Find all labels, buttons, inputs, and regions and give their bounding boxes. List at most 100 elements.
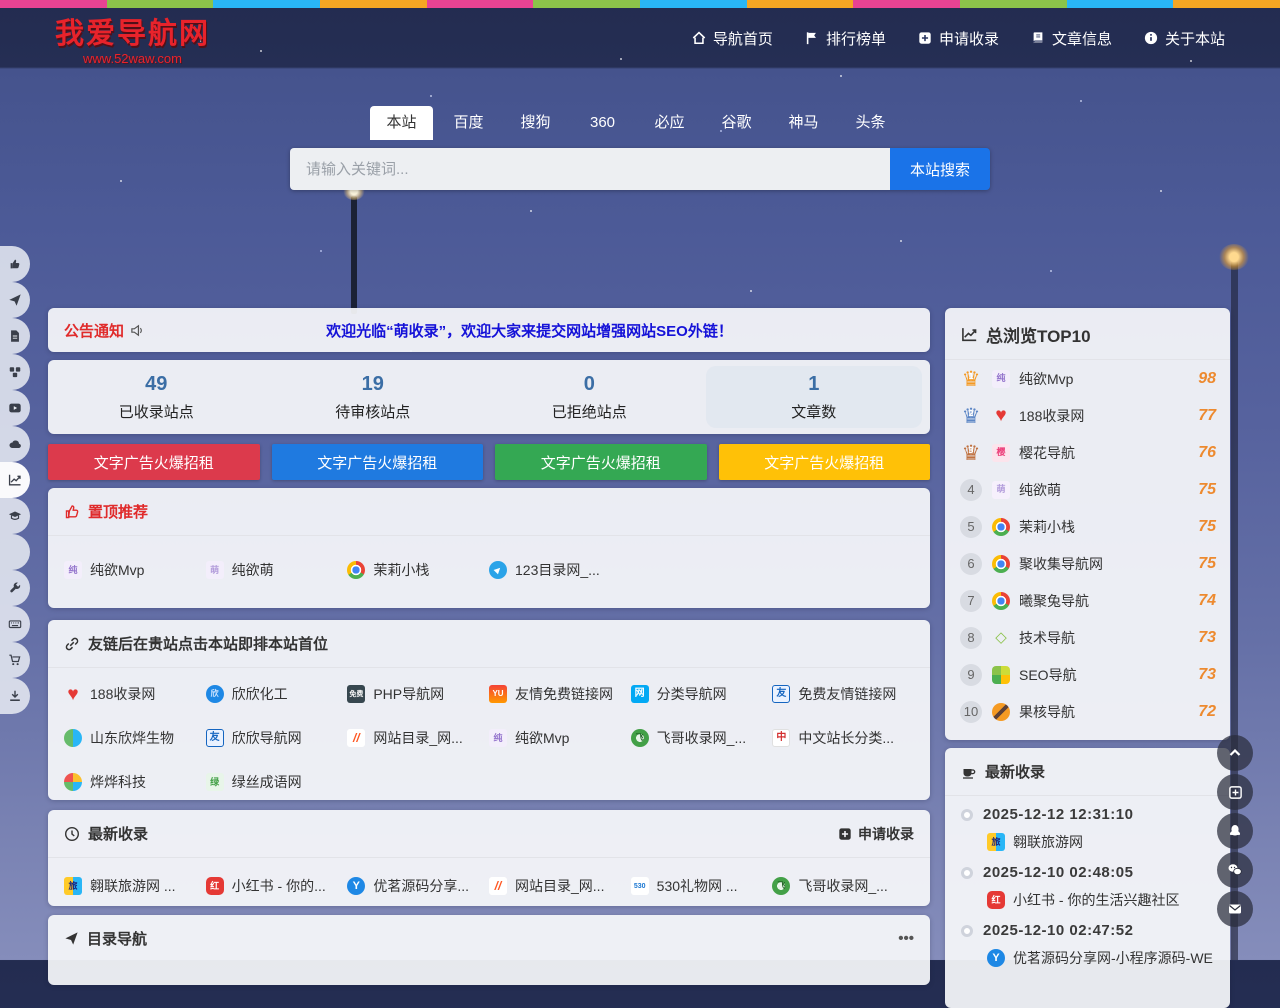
entry-timestamp: 2025-12-10 02:47:52 bbox=[983, 922, 1133, 939]
site-logo[interactable]: 我爱导航网 www.52waw.com bbox=[55, 10, 210, 66]
site-name: 茉莉小栈 bbox=[1019, 517, 1075, 537]
top10-row[interactable]: 6 聚收集导航网 75 bbox=[945, 545, 1230, 582]
dock-download[interactable] bbox=[0, 678, 30, 714]
search-button[interactable]: 本站搜索 bbox=[890, 148, 990, 190]
plus-square-icon bbox=[1228, 785, 1243, 800]
site-favicon: 纯 bbox=[64, 561, 82, 579]
tab-baidu[interactable]: 百度 bbox=[437, 106, 500, 140]
dock-wrench[interactable] bbox=[0, 570, 30, 606]
dock-cubes[interactable] bbox=[0, 354, 30, 390]
nav-item-home[interactable]: 导航首页 bbox=[692, 28, 773, 49]
friend-link[interactable]: 纯纯欲Mvp bbox=[489, 728, 631, 748]
friend-link[interactable]: 友免费友情链接网 bbox=[772, 684, 914, 704]
friend-link[interactable]: 免费PHP导航网 bbox=[347, 684, 489, 704]
dock-cloud[interactable] bbox=[0, 426, 30, 462]
strip-block bbox=[533, 0, 640, 8]
pinned-title: 置顶推荐 bbox=[88, 501, 148, 522]
latest-site[interactable]: Y优茗源码分享... bbox=[347, 876, 489, 896]
strip-block bbox=[960, 0, 1067, 8]
site-favicon: ♥ bbox=[64, 685, 82, 703]
back-to-top-button[interactable] bbox=[1217, 735, 1253, 771]
friend-link[interactable]: 山东欣烨生物 bbox=[64, 728, 206, 748]
site-name: SEO导航 bbox=[1019, 665, 1077, 685]
clock-icon bbox=[64, 826, 80, 842]
timeline-site[interactable]: Y 优茗源码分享网-小程序源码-WE... bbox=[987, 948, 1214, 968]
tab-360[interactable]: 360 bbox=[571, 106, 634, 140]
dock-video[interactable] bbox=[0, 390, 30, 426]
view-count: 74 bbox=[1198, 592, 1216, 610]
chart-line-icon bbox=[8, 473, 22, 487]
view-count: 75 bbox=[1198, 518, 1216, 536]
dock-document[interactable] bbox=[0, 318, 30, 354]
ad-banner-red[interactable]: 文字广告火爆招租 bbox=[48, 444, 260, 480]
dock-cart[interactable] bbox=[0, 642, 30, 678]
dock-thumbs-up[interactable] bbox=[0, 246, 30, 282]
friend-link[interactable]: YU友情免费链接网 bbox=[489, 684, 631, 704]
nav-item-ranking[interactable]: 排行榜单 bbox=[805, 28, 886, 49]
tab-this-site[interactable]: 本站 bbox=[370, 106, 433, 140]
top10-header: 总浏览TOP10 bbox=[945, 308, 1230, 359]
ad-banner-yellow[interactable]: 文字广告火爆招租 bbox=[719, 444, 931, 480]
dock-keyboard[interactable] bbox=[0, 606, 30, 642]
latest-site[interactable]: //网站目录_网... bbox=[489, 876, 631, 896]
tab-bing[interactable]: 必应 bbox=[638, 106, 701, 140]
pinned-site[interactable]: 茉莉小栈 bbox=[347, 560, 489, 580]
friend-link[interactable]: ♥188收录网 bbox=[64, 684, 206, 704]
timeline-site[interactable]: 旅 翱联旅游网 bbox=[987, 832, 1214, 852]
pinned-site[interactable]: 萌纯欲萌 bbox=[206, 560, 348, 580]
tab-google[interactable]: 谷歌 bbox=[705, 106, 768, 140]
ad-banner-blue[interactable]: 文字广告火爆招租 bbox=[272, 444, 484, 480]
qq-contact-button[interactable] bbox=[1217, 813, 1253, 849]
top10-row[interactable]: 9 SEO导航 73 bbox=[945, 656, 1230, 693]
top10-row[interactable]: ♛2 ♥ 188收录网 77 bbox=[945, 397, 1230, 434]
search-input[interactable] bbox=[290, 148, 890, 190]
site-name: 小红书 - 你的... bbox=[232, 876, 326, 896]
pinned-site[interactable]: 纯纯欲Mvp bbox=[64, 560, 206, 580]
submit-site-button[interactable] bbox=[1217, 774, 1253, 810]
stat-rejected-sites: 0 已拒绝站点 bbox=[481, 360, 698, 434]
top10-row[interactable]: 7 曦聚兔导航 74 bbox=[945, 582, 1230, 619]
mail-contact-button[interactable] bbox=[1217, 891, 1253, 927]
latest-site[interactable]: 飞飞哥收录网_... bbox=[772, 876, 914, 896]
stat-value: 0 bbox=[584, 373, 595, 396]
friend-link[interactable]: 网分类导航网 bbox=[631, 684, 773, 704]
speaker-icon bbox=[130, 323, 145, 338]
top10-row[interactable]: 4 萌 纯欲萌 75 bbox=[945, 471, 1230, 508]
ad-banner-green[interactable]: 文字广告火爆招租 bbox=[495, 444, 707, 480]
friend-link[interactable]: 中中文站长分类... bbox=[772, 728, 914, 748]
friend-link[interactable]: //网站目录_网... bbox=[347, 728, 489, 748]
announcement-text[interactable]: 欢迎光临“萌收录”，欢迎大家来提交网站增强网站SEO外链！ bbox=[145, 320, 914, 341]
apply-inclusion-link[interactable]: 申请收录 bbox=[838, 824, 914, 844]
top10-row[interactable]: ♛1 纯 纯欲Mvp 98 bbox=[945, 360, 1230, 397]
latest-site[interactable]: 红小红书 - 你的... bbox=[206, 876, 348, 896]
friend-link[interactable]: 烨烨科技 bbox=[64, 772, 206, 792]
tab-sogou[interactable]: 搜狗 bbox=[504, 106, 567, 140]
top10-row[interactable]: 5 茉莉小栈 75 bbox=[945, 508, 1230, 545]
nav-item-apply[interactable]: 申请收录 bbox=[918, 28, 999, 49]
friend-link[interactable]: 飞飞哥收录网_... bbox=[631, 728, 773, 748]
nav-item-about[interactable]: 关于本站 bbox=[1144, 28, 1225, 49]
site-favicon: // bbox=[489, 877, 507, 895]
tab-shenma[interactable]: 神马 bbox=[772, 106, 835, 140]
latest-site[interactable]: 530530礼物网 ... bbox=[631, 876, 773, 896]
friend-link[interactable]: 欣欣欣化工 bbox=[206, 684, 348, 704]
stat-label: 文章数 bbox=[791, 401, 836, 422]
more-options-icon[interactable]: ••• bbox=[898, 930, 914, 947]
dock-blank[interactable] bbox=[0, 534, 30, 570]
top10-row[interactable]: 10 果核导航 72 bbox=[945, 693, 1230, 730]
dock-chart[interactable] bbox=[0, 462, 30, 498]
timeline-site[interactable]: 红 小红书 - 你的生活兴趣社区 bbox=[987, 890, 1214, 910]
pinned-site[interactable]: ▶123目录网_... bbox=[489, 560, 631, 580]
friend-link[interactable]: 友欣欣导航网 bbox=[206, 728, 348, 748]
tab-toutiao[interactable]: 头条 bbox=[839, 106, 902, 140]
latest-site[interactable]: 旅翱联旅游网 ... bbox=[64, 876, 206, 896]
friend-link[interactable]: 绿绿丝成语网 bbox=[206, 772, 348, 792]
wechat-contact-button[interactable] bbox=[1217, 852, 1253, 888]
dock-graduation-cap[interactable] bbox=[0, 498, 30, 534]
stats-bar: 49 已收录站点 19 待审核站点 0 已拒绝站点 1 文章数 bbox=[48, 360, 930, 434]
nav-item-articles[interactable]: 文章信息 bbox=[1031, 28, 1112, 49]
top10-row[interactable]: 8 ◇ 技术导航 73 bbox=[945, 619, 1230, 656]
paper-plane-icon bbox=[64, 931, 79, 946]
top10-row[interactable]: ♛3 樱 樱花导航 76 bbox=[945, 434, 1230, 471]
dock-paper-plane[interactable] bbox=[0, 282, 30, 318]
